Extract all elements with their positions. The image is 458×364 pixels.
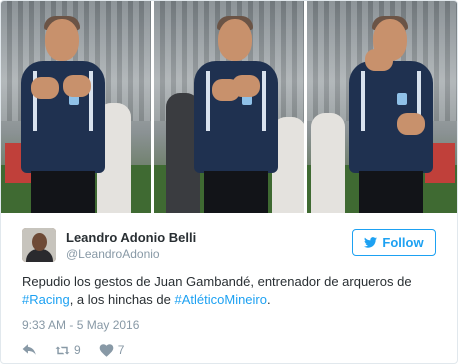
retweet-icon: [55, 345, 70, 355]
bystander: [311, 113, 345, 213]
hashtag-atletico-mineiro[interactable]: #AtléticoMineiro: [175, 292, 268, 307]
tweet-card: Leandro Adonio Belli @LeandroAdonio Foll…: [0, 0, 458, 364]
author-names[interactable]: Leandro Adonio Belli @LeandroAdonio: [66, 230, 196, 262]
coach-figure: [13, 13, 113, 213]
reply-icon: [22, 343, 36, 355]
follow-button-label: Follow: [382, 235, 424, 250]
like-button[interactable]: 7: [99, 343, 125, 357]
tweet-timestamp[interactable]: 9:33 AM - 5 May 2016: [22, 318, 139, 332]
author-row: Leandro Adonio Belli @LeandroAdonio Foll…: [22, 228, 436, 266]
author-display-name[interactable]: Leandro Adonio Belli: [66, 230, 196, 246]
photo-1[interactable]: [1, 1, 151, 213]
like-count: 7: [117, 343, 125, 357]
tweet-actions: 9 7: [22, 341, 142, 359]
tweet-text: Repudio los gestos de Juan Gambandé, ent…: [22, 273, 436, 309]
reply-button[interactable]: [22, 343, 37, 357]
heart-icon: [99, 343, 113, 357]
photo-3[interactable]: [307, 1, 457, 213]
tweet-text-part: .: [267, 292, 271, 307]
coach-figure: [341, 13, 441, 213]
hashtag-racing[interactable]: #Racing: [22, 292, 70, 307]
avatar[interactable]: [22, 228, 56, 262]
twitter-bird-icon: [364, 237, 378, 248]
follow-button[interactable]: Follow: [352, 229, 436, 256]
tweet-text-part: Repudio los gestos de Juan Gambandé, ent…: [22, 274, 412, 289]
coach-figure: [186, 13, 286, 213]
photo-strip: [1, 1, 457, 213]
photo-2[interactable]: [154, 1, 304, 213]
tweet-text-part: , a los hinchas de: [69, 292, 175, 307]
retweet-button[interactable]: 9: [55, 343, 81, 357]
retweet-count: 9: [74, 343, 81, 357]
author-handle[interactable]: @LeandroAdonio: [66, 247, 196, 262]
